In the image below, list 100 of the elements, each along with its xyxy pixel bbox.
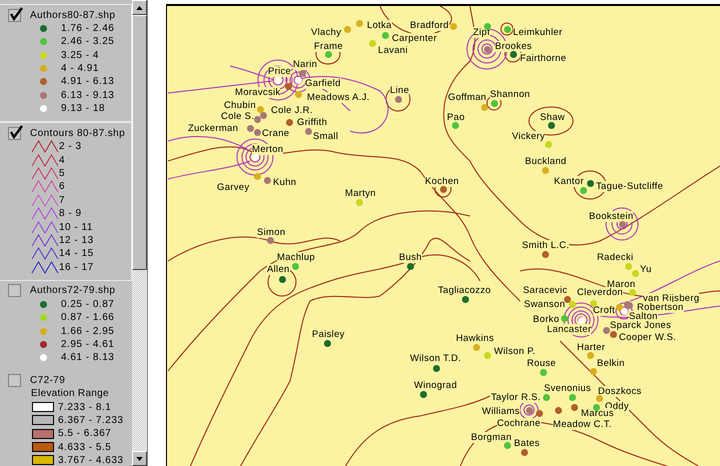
scroll-up-button[interactable] bbox=[132, 0, 147, 15]
author-name: Bush bbox=[399, 252, 422, 263]
author-dot[interactable] bbox=[504, 26, 510, 32]
author-name: Shannon bbox=[490, 89, 530, 100]
legend-label: 4.61 - 8.13 bbox=[61, 352, 114, 364]
author-dot[interactable] bbox=[590, 300, 596, 306]
author-dot[interactable] bbox=[484, 22, 490, 30]
author-dot[interactable] bbox=[254, 172, 260, 180]
author-dot[interactable] bbox=[344, 26, 350, 32]
author-name: Pao bbox=[447, 112, 465, 123]
author-name: Shaw bbox=[540, 112, 565, 123]
legend-label: 12 - 13 bbox=[59, 235, 94, 246]
author-dot[interactable] bbox=[432, 364, 440, 372]
author-dot[interactable] bbox=[356, 20, 362, 26]
legend-subtitle: Elevation Range bbox=[30, 387, 110, 400]
author-name: Sparck Jones bbox=[610, 320, 672, 331]
legend-label: 16 - 17 bbox=[59, 262, 94, 273]
layer-name[interactable]: Authors72-79.shp bbox=[30, 285, 116, 296]
legend-label: 8 - 9 bbox=[59, 208, 82, 220]
author-dot[interactable] bbox=[484, 352, 490, 358]
author-dot[interactable] bbox=[542, 394, 550, 400]
author-name: Smith L.C. bbox=[522, 240, 570, 251]
legend-label: 4 bbox=[59, 154, 66, 166]
scroll-down-button[interactable] bbox=[132, 451, 147, 466]
author-dot[interactable] bbox=[602, 326, 610, 334]
author-name: Garfield bbox=[305, 78, 341, 89]
author-name: Marcus bbox=[581, 408, 614, 419]
author-dot[interactable] bbox=[278, 276, 286, 282]
author-dot[interactable] bbox=[368, 40, 376, 46]
legend-label: 3.25 - 4 bbox=[61, 50, 99, 61]
author-dot[interactable] bbox=[284, 82, 292, 90]
layer-name[interactable]: C72-79 bbox=[30, 374, 66, 386]
author-name: Merton bbox=[252, 144, 284, 155]
author-name: Taylor R.S. bbox=[491, 392, 541, 403]
author-dot[interactable] bbox=[570, 404, 578, 410]
author-name: Line bbox=[390, 85, 410, 96]
author-dot[interactable] bbox=[260, 112, 266, 118]
scroll-thumb[interactable] bbox=[132, 15, 147, 270]
legend-label: 6.13 - 9.13 bbox=[61, 90, 114, 101]
author-name: Cooper W.S. bbox=[619, 332, 676, 343]
legend-label: 1.76 - 2.46 bbox=[61, 23, 114, 34]
author-name: Kuhn bbox=[273, 177, 296, 188]
author-dot[interactable] bbox=[254, 128, 260, 136]
author-name: Price bbox=[268, 66, 292, 77]
author-dot[interactable] bbox=[554, 406, 562, 414]
author-name: Radecki bbox=[597, 252, 634, 263]
legend-label: 3.767 - 4.633 bbox=[58, 454, 124, 466]
author-name: Lavani bbox=[378, 45, 408, 56]
author-dot[interactable] bbox=[526, 406, 532, 414]
legend-label: 4.633 - 5.5 bbox=[58, 442, 112, 452]
legend-label: 4 - 4.91 bbox=[61, 63, 99, 74]
author-dot[interactable] bbox=[264, 176, 270, 184]
author-dot[interactable] bbox=[484, 46, 490, 52]
author-dot[interactable] bbox=[596, 394, 602, 402]
author-dot[interactable] bbox=[382, 32, 388, 38]
author-dot[interactable] bbox=[580, 186, 586, 194]
author-name: Kochen bbox=[425, 176, 460, 187]
layer-checkbox[interactable] bbox=[8, 8, 21, 22]
author-name: Zuckerman bbox=[188, 123, 238, 134]
layer-name[interactable]: Contours 80-87.shp bbox=[30, 128, 126, 139]
author-dot[interactable] bbox=[480, 104, 488, 110]
author-dot[interactable] bbox=[632, 270, 638, 276]
author-dot[interactable] bbox=[568, 300, 576, 308]
author-dot[interactable] bbox=[616, 304, 622, 310]
author-name: Cleverdon bbox=[577, 287, 624, 298]
author-name: Bradford bbox=[410, 20, 449, 31]
author-dot[interactable] bbox=[590, 368, 596, 374]
legend-label: 5.5 - 6.367 bbox=[58, 428, 112, 440]
legend-label: 5 bbox=[59, 168, 66, 180]
author-dot[interactable] bbox=[286, 118, 292, 126]
author-name: Svenonius bbox=[544, 383, 592, 394]
legend-label: 9.13 - 18 bbox=[61, 102, 105, 114]
author-dot[interactable] bbox=[246, 124, 254, 132]
author-name: Bates bbox=[514, 438, 540, 449]
author-name: Rouse bbox=[527, 358, 556, 369]
author-dot[interactable] bbox=[592, 404, 600, 410]
author-dot[interactable] bbox=[560, 314, 568, 322]
legend-label: 7 bbox=[59, 194, 66, 206]
author-dot[interactable] bbox=[294, 90, 302, 98]
author-name: Wilson P. bbox=[494, 346, 536, 357]
author-name: Bookstein bbox=[589, 211, 634, 222]
layer-checkbox[interactable] bbox=[8, 126, 21, 140]
layer-checkbox[interactable] bbox=[8, 284, 21, 298]
author-dot[interactable] bbox=[536, 410, 542, 416]
author-name: Cole S. bbox=[221, 111, 254, 122]
author-name: Chubin bbox=[224, 100, 256, 111]
layer-name[interactable]: Authors80-87.shp bbox=[30, 10, 116, 20]
author-name: Wilson T.D. bbox=[410, 353, 462, 364]
scrollbar[interactable] bbox=[132, 0, 147, 466]
author-name: Moravcsik bbox=[235, 87, 280, 98]
author-name: Borko bbox=[533, 314, 560, 325]
author-dot[interactable] bbox=[544, 140, 552, 148]
author-name: Garvey bbox=[217, 182, 250, 193]
author-name: Lancaster bbox=[547, 324, 592, 335]
author-name: Cole J.R. bbox=[271, 105, 313, 116]
legend-label: 2 - 3 bbox=[59, 141, 82, 152]
layer-checkbox[interactable] bbox=[8, 374, 21, 387]
author-dot[interactable] bbox=[450, 22, 456, 30]
author-dot[interactable] bbox=[586, 180, 594, 186]
author-dot[interactable] bbox=[256, 106, 264, 112]
